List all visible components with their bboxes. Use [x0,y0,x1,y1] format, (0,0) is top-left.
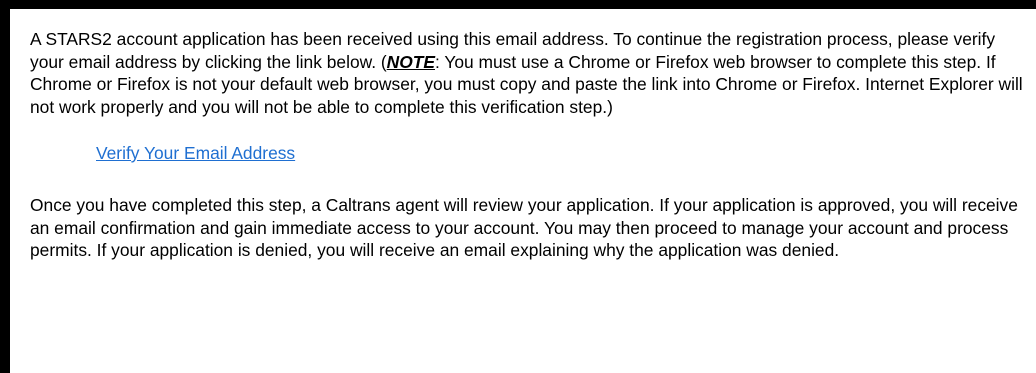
verify-email-link[interactable]: Verify Your Email Address [96,143,295,163]
email-content: A STARS2 account application has been re… [30,28,1030,262]
note-label: NOTE [386,51,435,72]
followup-paragraph: Once you have completed this step, a Cal… [30,195,1018,260]
verify-link-row: Verify Your Email Address [30,142,1030,164]
intro-paragraph: A STARS2 account application has been re… [30,28,1030,118]
email-body-panel: A STARS2 account application has been re… [10,9,1036,373]
